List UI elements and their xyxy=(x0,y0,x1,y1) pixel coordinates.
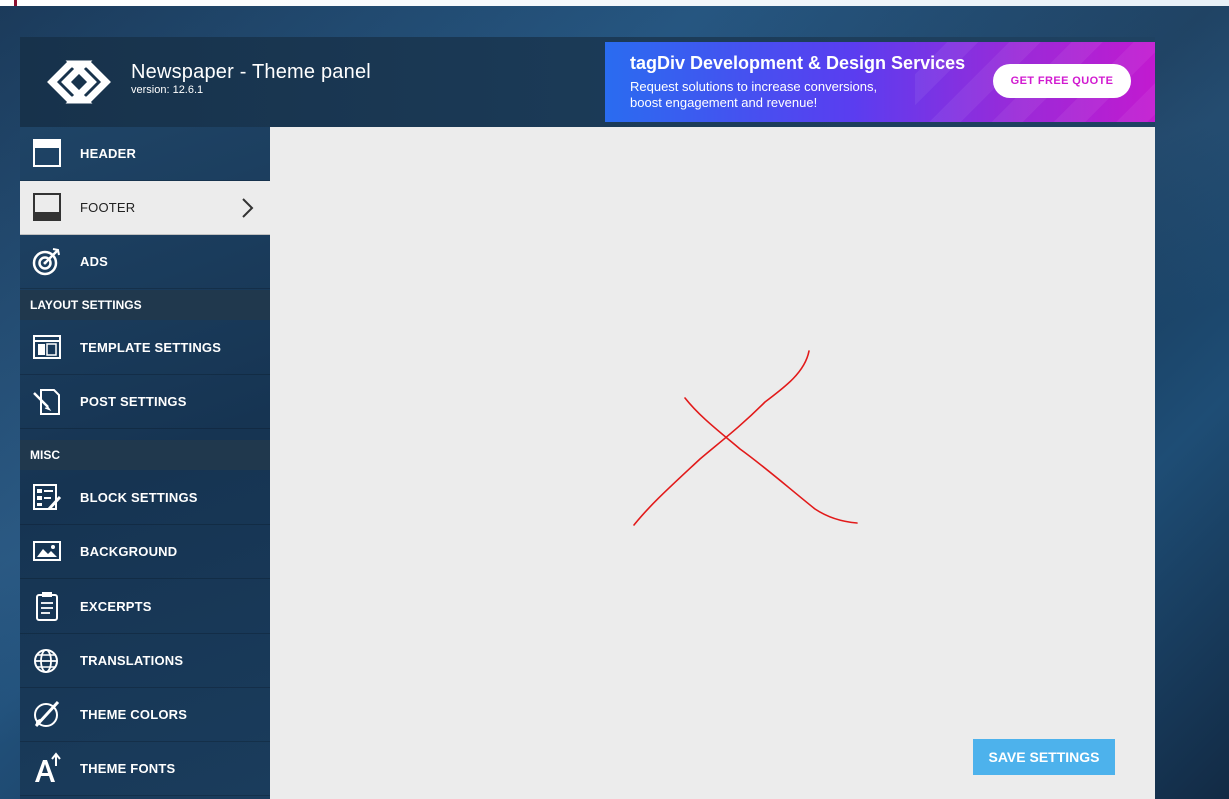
block-settings-icon xyxy=(33,484,62,511)
banner-subtitle: Request solutions to increase conversion… xyxy=(630,79,930,111)
red-x-mark xyxy=(633,350,858,526)
sidebar-item-label: BLOCK SETTINGS xyxy=(80,490,198,505)
sidebar-item-ads[interactable]: ADS xyxy=(20,235,270,289)
banner-subtitle-line-2: boost engagement and revenue! xyxy=(630,95,818,110)
tagdiv-logo-icon xyxy=(47,60,111,104)
content-area: SAVE SETTINGS xyxy=(270,127,1155,799)
sidebar-item-label: BACKGROUND xyxy=(80,544,178,559)
sidebar-item-block-settings[interactable]: BLOCK SETTINGS xyxy=(20,471,270,525)
sidebar-item-theme-colors[interactable]: THEME COLORS xyxy=(20,688,270,742)
banner-title: tagDiv Development & Design Services xyxy=(630,53,966,73)
sidebar-item-label: TEMPLATE SETTINGS xyxy=(80,340,222,355)
save-settings-button[interactable]: SAVE SETTINGS xyxy=(973,739,1115,775)
sidebar-item-label: THEME COLORS xyxy=(80,707,188,722)
sidebar-item-translations[interactable]: TRANSLATIONS xyxy=(20,634,270,688)
section-label: MISC xyxy=(30,448,60,462)
sidebar-item-label: ADS xyxy=(80,254,109,269)
sidebar-item-label: TRANSLATIONS xyxy=(80,653,184,668)
sidebar: HEADER FOOTER ADS LAYOUT SETTINGS TEMPLA… xyxy=(20,127,270,799)
image-icon xyxy=(33,541,61,561)
post-settings-icon xyxy=(33,389,60,415)
app-title: Newspaper - Theme panel xyxy=(131,61,371,83)
sidebar-item-label: POST SETTINGS xyxy=(80,394,187,409)
sidebar-item-excerpts[interactable]: EXCERPTS xyxy=(20,580,270,634)
header-icon xyxy=(33,139,61,167)
target-icon xyxy=(32,248,60,276)
chevron-right-icon xyxy=(242,198,254,218)
sidebar-item-label: EXCERPTS xyxy=(80,599,152,614)
sidebar-item-label: HEADER xyxy=(80,146,137,161)
brush-icon xyxy=(34,700,60,728)
sidebar-item-footer[interactable]: FOOTER xyxy=(20,181,270,235)
promo-banner[interactable]: tagDiv Development & Design Services Req… xyxy=(605,42,1155,122)
section-label: LAYOUT SETTINGS xyxy=(30,298,142,312)
clipboard-icon xyxy=(36,592,58,621)
globe-icon xyxy=(34,649,58,673)
sidebar-item-post-settings[interactable]: POST SETTINGS xyxy=(20,375,270,429)
footer-icon xyxy=(33,193,61,221)
app-version: version: 12.6.1 xyxy=(131,84,204,96)
get-free-quote-button[interactable]: GET FREE QUOTE xyxy=(993,64,1131,98)
sidebar-item-template-settings[interactable]: TEMPLATE SETTINGS xyxy=(20,321,270,375)
sidebar-item-label: FOOTER xyxy=(80,200,136,215)
sidebar-item-theme-fonts[interactable]: THEME FONTS xyxy=(20,742,270,796)
banner-subtitle-line-1: Request solutions to increase conversion… xyxy=(630,79,878,94)
template-icon xyxy=(33,335,61,359)
font-icon xyxy=(35,752,61,782)
sidebar-item-label: THEME FONTS xyxy=(80,761,176,776)
section-layout-settings: LAYOUT SETTINGS xyxy=(20,290,270,320)
panel-header: Newspaper - Theme panel version: 12.6.1 … xyxy=(20,37,1155,127)
theme-panel: Newspaper - Theme panel version: 12.6.1 … xyxy=(20,37,1155,799)
sidebar-item-background[interactable]: BACKGROUND xyxy=(20,525,270,579)
sidebar-item-header[interactable]: HEADER xyxy=(20,127,270,181)
section-misc: MISC xyxy=(20,440,270,470)
